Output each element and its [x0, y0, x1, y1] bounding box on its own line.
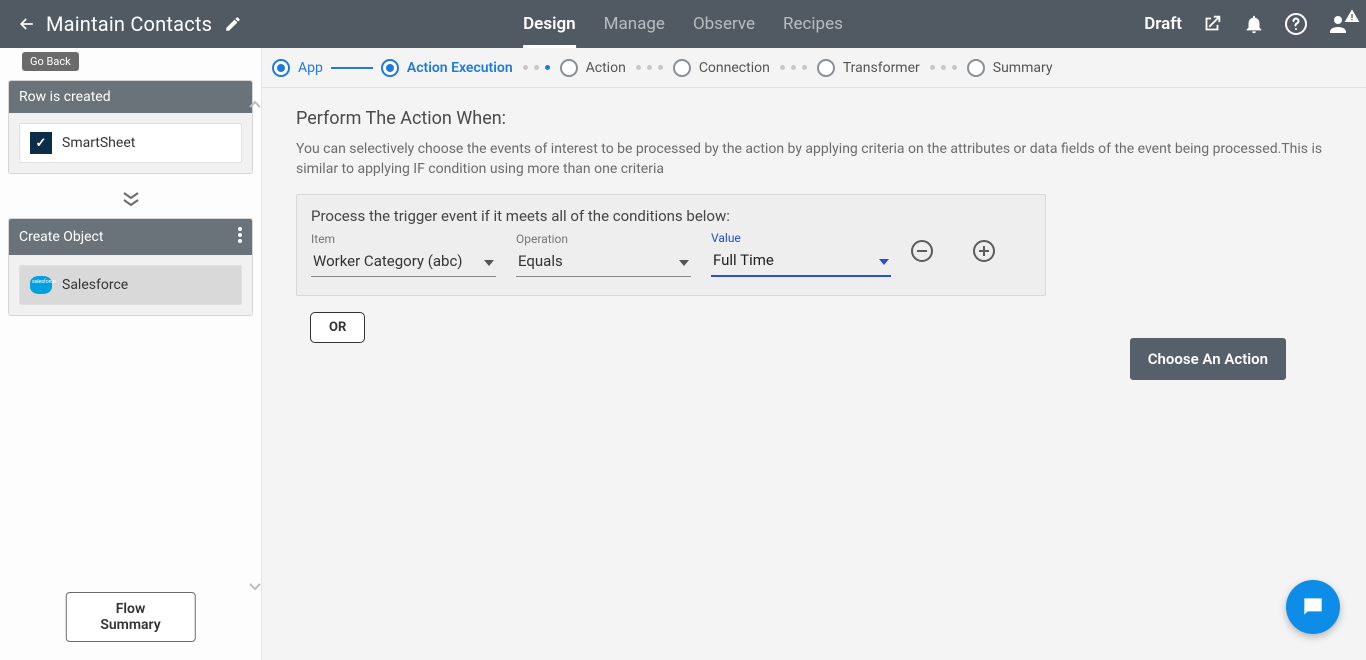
step-connection-label: Connection [699, 60, 770, 76]
nav-design[interactable]: Design [523, 0, 576, 48]
content: App Action Execution Action Connection T… [262, 48, 1366, 660]
item-label: Item [311, 232, 496, 246]
item-value: Worker Category (abc) [313, 252, 463, 270]
step-circle-icon [967, 59, 985, 77]
avatar-warning-icon [1344, 8, 1360, 28]
action-card-more-icon[interactable] [238, 227, 242, 247]
step-dots-icon [780, 65, 807, 70]
step-transformer-label: Transformer [843, 60, 920, 76]
step-circle-icon [560, 59, 578, 77]
value-select[interactable]: Full Time [711, 247, 891, 277]
step-dots-icon [636, 65, 663, 70]
condition-row: Item Worker Category (abc) Operation Equ… [311, 231, 1031, 277]
chevron-down-icon [879, 251, 889, 269]
operation-field: Operation Equals [516, 232, 691, 277]
flow-arrow-icon [8, 190, 253, 208]
item-select[interactable]: Worker Category (abc) [311, 248, 496, 277]
action-app-label: Salesforce [62, 277, 128, 293]
top-bar: Maintain Contacts Design Manage Observe … [0, 0, 1366, 48]
condition-box: Process the trigger event if it meets al… [296, 194, 1046, 296]
section-heading: Perform The Action When: [296, 108, 1332, 129]
trigger-app-row[interactable]: ✓ SmartSheet [19, 123, 242, 163]
chevron-down-icon [679, 252, 689, 270]
action-card[interactable]: Create Object Salesforce [8, 218, 253, 316]
main: Go Back Row is created ✓ SmartSheet Crea… [0, 48, 1366, 660]
user-avatar[interactable] [1326, 12, 1350, 36]
step-app[interactable]: App [272, 59, 323, 77]
operation-select[interactable]: Equals [516, 248, 691, 277]
scroll-up-caret-icon[interactable] [249, 94, 261, 113]
add-condition-icon[interactable] [973, 240, 995, 262]
nav-recipes[interactable]: Recipes [783, 0, 843, 48]
step-connector [331, 67, 373, 69]
action-card-header: Create Object [9, 219, 252, 255]
step-summary[interactable]: Summary [967, 59, 1053, 77]
scroll-down-caret-icon[interactable] [249, 577, 261, 596]
top-nav: Design Manage Observe Recipes [523, 0, 843, 48]
section-description: You can selectively choose the events of… [296, 139, 1326, 180]
step-app-label: App [298, 60, 323, 76]
remove-condition-icon[interactable] [911, 240, 933, 262]
trigger-card-title: Row is created [19, 89, 111, 105]
condition-box-title: Process the trigger event if it meets al… [311, 207, 1031, 225]
choose-action-button[interactable]: Choose An Action [1130, 338, 1286, 380]
step-circle-icon [381, 59, 399, 77]
step-circle-icon [817, 59, 835, 77]
page-title: Maintain Contacts [46, 12, 212, 36]
nav-manage[interactable]: Manage [604, 0, 665, 48]
trigger-card-header: Row is created [9, 81, 252, 113]
step-dots-icon [523, 65, 550, 70]
step-action[interactable]: Action [560, 59, 626, 77]
edit-title-icon[interactable] [224, 15, 242, 33]
stepper: App Action Execution Action Connection T… [262, 48, 1366, 88]
open-external-icon[interactable] [1200, 12, 1224, 36]
or-button[interactable]: OR [310, 312, 365, 343]
step-circle-icon [272, 59, 290, 77]
trigger-app-label: SmartSheet [62, 135, 135, 151]
operation-label: Operation [516, 232, 691, 246]
content-body: Perform The Action When: You can selecti… [262, 88, 1366, 363]
step-dots-icon [930, 65, 957, 70]
sidebar: Go Back Row is created ✓ SmartSheet Crea… [0, 48, 262, 660]
notifications-icon[interactable] [1242, 12, 1266, 36]
go-back-tooltip: Go Back [22, 52, 79, 71]
chat-fab-icon[interactable] [1286, 580, 1340, 634]
action-app-row[interactable]: Salesforce [19, 265, 242, 305]
chevron-down-icon [484, 252, 494, 270]
step-action-label: Action [586, 60, 626, 76]
item-field: Item Worker Category (abc) [311, 232, 496, 277]
step-action-execution-label: Action Execution [407, 60, 513, 76]
value-value: Full Time [713, 251, 774, 269]
salesforce-icon [30, 274, 52, 296]
back-arrow-icon[interactable] [16, 13, 38, 35]
step-transformer[interactable]: Transformer [817, 59, 920, 77]
value-label: Value [711, 231, 891, 245]
action-card-title: Create Object [19, 229, 103, 245]
status-badge: Draft [1144, 14, 1182, 34]
smartsheet-icon: ✓ [30, 132, 52, 154]
nav-observe[interactable]: Observe [693, 0, 755, 48]
value-field: Value Full Time [711, 231, 891, 277]
top-right: Draft [1144, 12, 1350, 36]
help-icon[interactable] [1284, 12, 1308, 36]
trigger-card[interactable]: Row is created ✓ SmartSheet [8, 80, 253, 174]
step-summary-label: Summary [993, 60, 1053, 76]
step-connection[interactable]: Connection [673, 59, 770, 77]
flow-summary-button[interactable]: Flow Summary [65, 592, 196, 642]
step-circle-icon [673, 59, 691, 77]
step-action-execution[interactable]: Action Execution [381, 59, 513, 77]
operation-value: Equals [518, 252, 563, 270]
